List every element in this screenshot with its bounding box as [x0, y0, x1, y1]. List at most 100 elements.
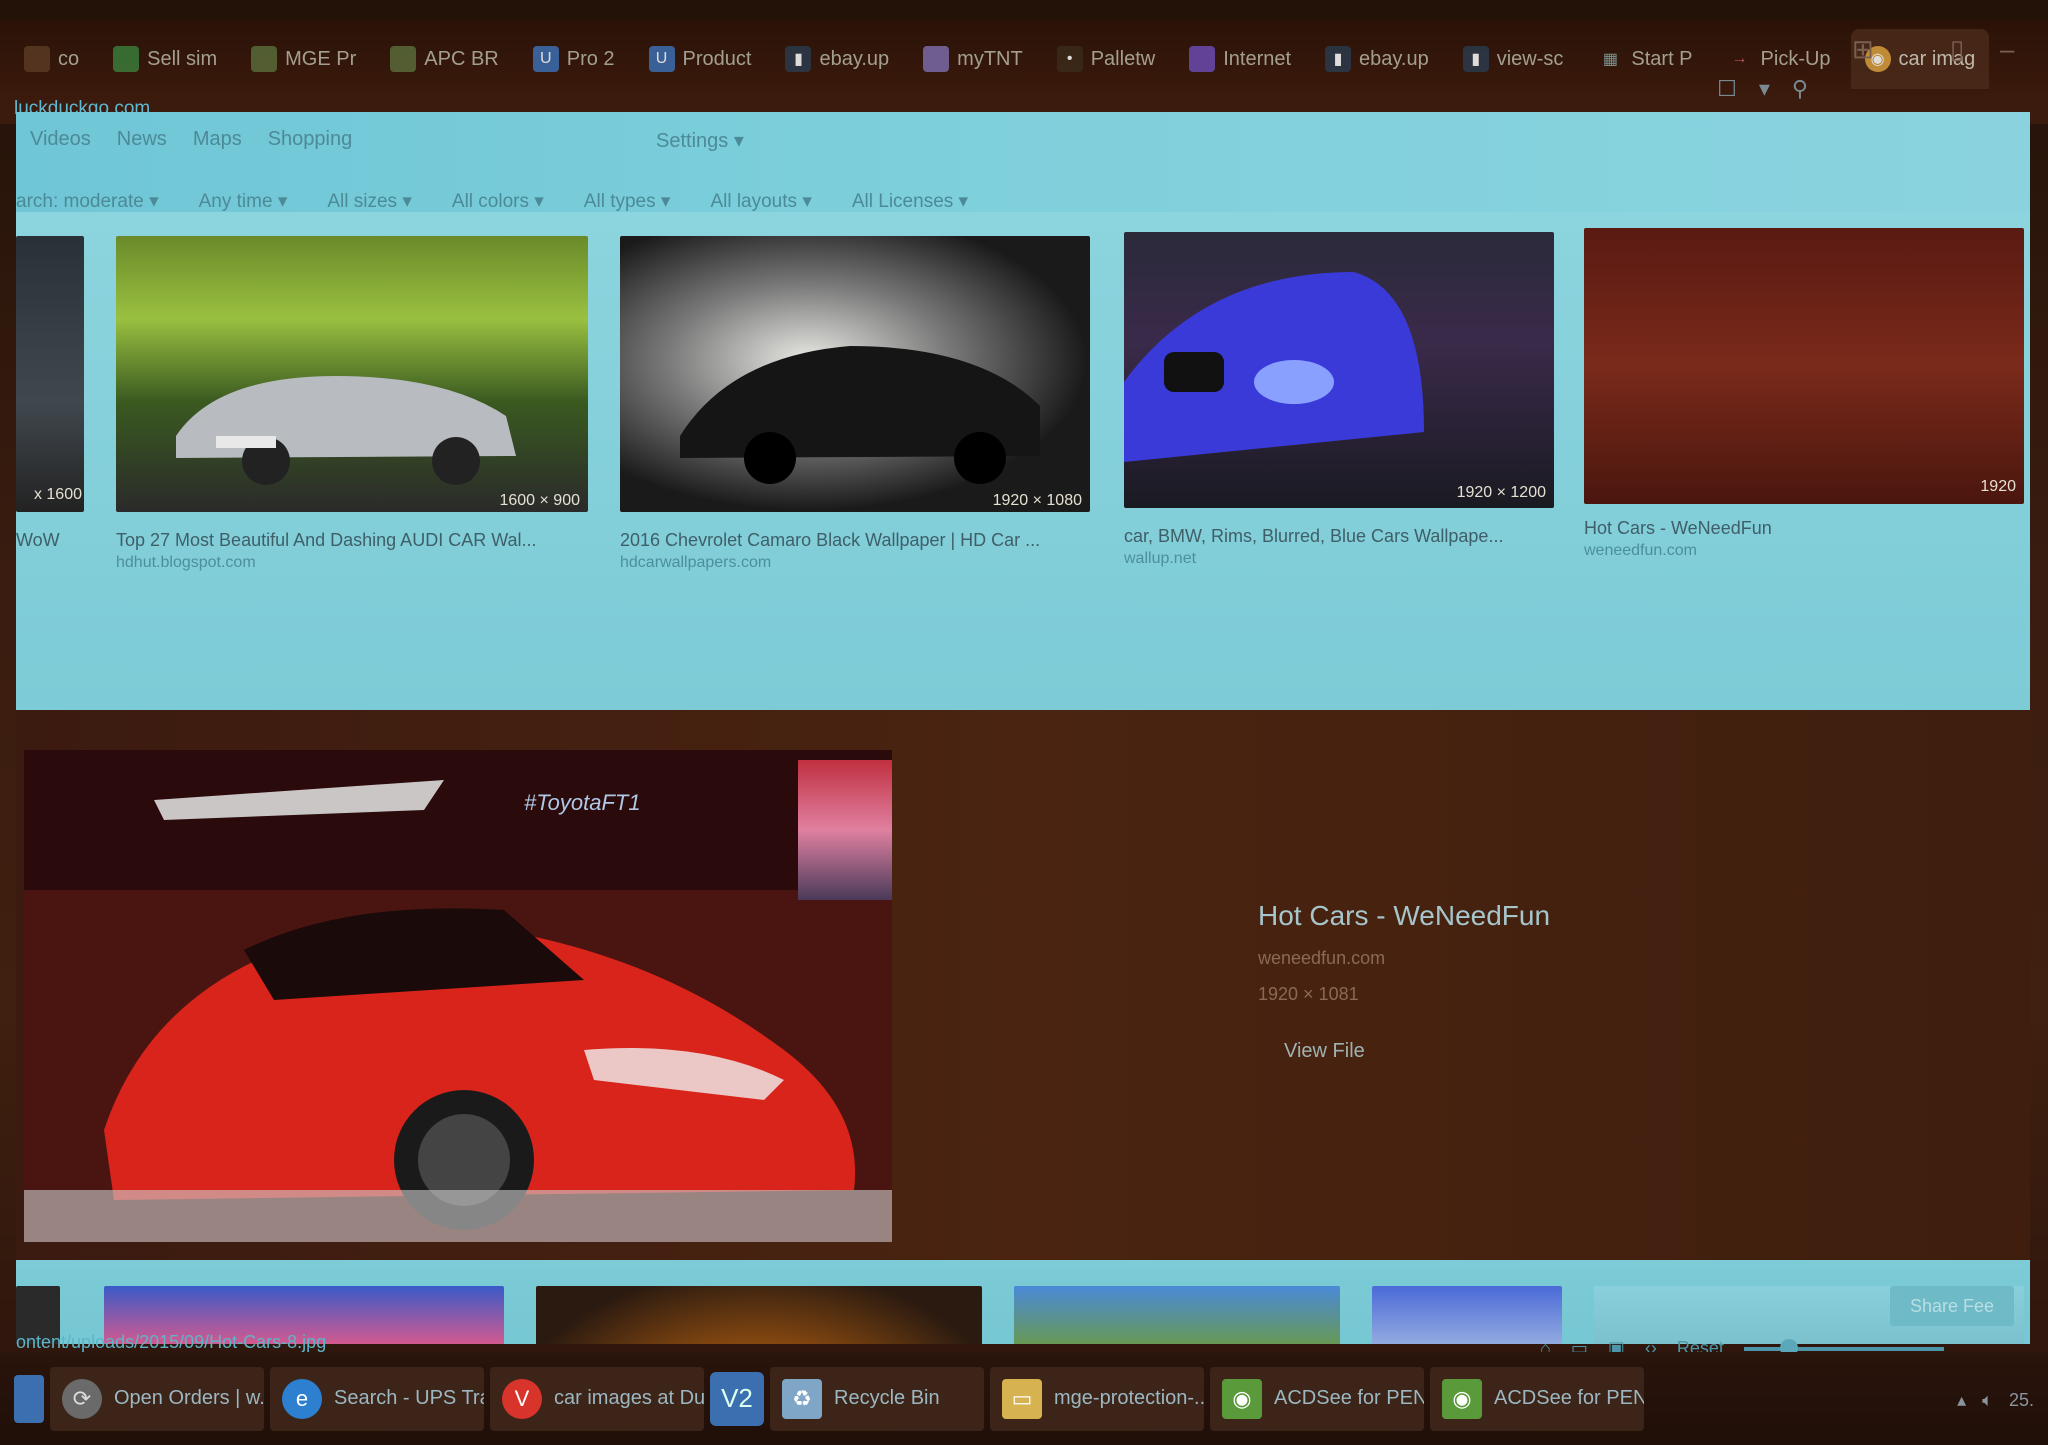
- v2-app-icon[interactable]: V2: [710, 1371, 764, 1426]
- filter-license[interactable]: All Licenses ▾: [852, 190, 968, 213]
- nav-news[interactable]: News: [117, 128, 167, 151]
- tab-4[interactable]: U Pro 2: [519, 29, 629, 89]
- nav-shopping[interactable]: Shopping: [268, 128, 353, 151]
- detail-title: Hot Cars - WeNeedFun: [1258, 900, 1551, 931]
- doc-icon: ▮: [1325, 46, 1352, 72]
- folder-icon: ▭: [1002, 1378, 1042, 1419]
- tab-label: Start P: [1631, 47, 1693, 70]
- result-tile-row2-3[interactable]: [1014, 1286, 1340, 1344]
- search-nav-band: Videos News Maps Shopping Settings ▾ arc…: [16, 112, 2030, 212]
- edge-icon: e: [282, 1378, 322, 1419]
- filter-time[interactable]: Any time ▾: [199, 190, 288, 213]
- tab-0[interactable]: co: [10, 29, 93, 89]
- result-tile-2[interactable]: 1920 × 1080 2016 Chevrolet Camaro Black …: [620, 236, 1090, 576]
- tab-5[interactable]: U Product: [635, 29, 766, 89]
- recycle-bin-icon: ♻: [782, 1378, 822, 1419]
- task-label: ACDSee for PENT...: [1274, 1387, 1424, 1409]
- search-icon[interactable]: ⚲: [1792, 76, 1808, 102]
- chevron-up-icon[interactable]: ▴: [1957, 1390, 1966, 1411]
- taskbar-item-open-orders[interactable]: ⟳ Open Orders | w...: [50, 1366, 264, 1431]
- tab-8[interactable]: • Palletw: [1043, 29, 1169, 89]
- taskbar-item-car-images[interactable]: Vcar images at Du...: [490, 1366, 704, 1431]
- task-label: ACDSee for PENT...: [1494, 1387, 1644, 1409]
- image-detail-panel: #ToyotaFT1 Hot Cars - WeNeedFun weneedfu…: [16, 710, 2030, 1260]
- result-dims: 1920 × 1200: [1456, 484, 1546, 501]
- tab-2[interactable]: MGE Pr: [237, 29, 370, 89]
- tab-icon: [1189, 46, 1216, 72]
- tab-7[interactable]: myTNT: [909, 29, 1037, 89]
- settings-menu[interactable]: Settings ▾: [656, 128, 744, 153]
- detail-hero-image[interactable]: #ToyotaFT1: [24, 750, 892, 1242]
- refresh-icon: ⟳: [62, 1378, 102, 1419]
- bookmark-icon[interactable]: ☐: [1717, 76, 1737, 102]
- chevron-down-icon[interactable]: ▾: [1759, 76, 1770, 102]
- tab-1[interactable]: Sell sim: [99, 29, 231, 89]
- result-image: [116, 236, 588, 512]
- tab-6[interactable]: ▮ ebay.up: [771, 29, 903, 89]
- result-caption: WoW: [16, 530, 60, 550]
- taskbar-item-acdsee-2[interactable]: ◉ ACDSee for PENT...: [1430, 1366, 1644, 1431]
- tab-11[interactable]: ▮ view-sc: [1449, 29, 1578, 89]
- tab-10[interactable]: ▮ ebay.up: [1311, 29, 1443, 89]
- restore-icon[interactable]: ▯: [1950, 34, 1964, 65]
- detail-dims: 1920 × 1081: [1258, 984, 1359, 1004]
- vivaldi-icon: V: [502, 1378, 542, 1419]
- acdsee-icon: ◉: [1222, 1378, 1262, 1419]
- result-caption: car, BMW, Rims, Blurred, Blue Cars Wallp…: [1124, 526, 1504, 546]
- new-tab-icon[interactable]: ⊞: [1852, 34, 1874, 65]
- task-label: Search - UPS Tra...: [334, 1387, 484, 1409]
- screen: co Sell sim MGE Pr APC BR U Pro 2 U Produc…: [0, 0, 2048, 1445]
- tab-icon: →: [1731, 50, 1748, 67]
- start-icon[interactable]: [14, 1374, 44, 1423]
- address-actions: ☐ ▾ ⚲: [1717, 76, 1808, 102]
- result-caption: Hot Cars - WeNeedFun: [1584, 518, 1772, 538]
- tab-icon: [113, 46, 140, 72]
- filter-type[interactable]: All types ▾: [584, 190, 671, 213]
- filter-safe-search[interactable]: arch: moderate ▾: [16, 190, 159, 213]
- tab-12[interactable]: ▦ Start P: [1583, 29, 1706, 89]
- filter-color[interactable]: All colors ▾: [452, 190, 544, 213]
- taskbar-item-ups[interactable]: e Search - UPS Tra...: [270, 1366, 484, 1431]
- tab-label: Pro 2: [566, 47, 615, 70]
- zoom-slider[interactable]: [1743, 1338, 1944, 1357]
- volume-icon[interactable]: 🔈︎: [1982, 1390, 1993, 1411]
- result-tile-0[interactable]: x 1600 WoW: [16, 236, 84, 556]
- tab-label: Product: [682, 47, 752, 70]
- nav-maps[interactable]: Maps: [193, 128, 242, 151]
- task-label: Open Orders | w...: [114, 1387, 264, 1409]
- result-source: weneedfun.com: [1584, 542, 1697, 559]
- taskbar-item-acdsee-1[interactable]: ◉ ACDSee for PENT...: [1210, 1366, 1424, 1431]
- tab-label: MGE Pr: [285, 47, 357, 70]
- result-caption: 2016 Chevrolet Camaro Black Wallpaper | …: [620, 530, 1041, 550]
- hero-tag: #ToyotaFT1: [524, 790, 641, 815]
- filter-label: All sizes: [327, 191, 398, 212]
- result-dims: x 1600: [33, 486, 82, 503]
- minimize-icon[interactable]: –: [2000, 34, 2014, 65]
- taskbar-item-mge-folder[interactable]: ▭ mge-protection-...: [990, 1366, 1204, 1431]
- result-image: [1584, 228, 2024, 504]
- filter-label: All colors: [451, 191, 529, 212]
- result-tile-1[interactable]: 1600 × 900 Top 27 Most Beautiful And Das…: [116, 236, 588, 576]
- tab-label: ebay.up: [1359, 47, 1429, 70]
- tab-label: co: [58, 47, 80, 70]
- result-tile-3[interactable]: 1920 × 1200 car, BMW, Rims, Blurred, Blu…: [1124, 232, 1554, 572]
- side-thumbnail[interactable]: [798, 760, 892, 900]
- tab-label: ebay.up: [819, 47, 890, 70]
- result-dims: 1920: [1980, 478, 2016, 495]
- filter-layout[interactable]: All layouts ▾: [710, 190, 811, 213]
- result-tile-4-selected[interactable]: 1920 Hot Cars - WeNeedFun weneedfun.com: [1584, 228, 2024, 568]
- filter-size[interactable]: All sizes ▾: [327, 190, 412, 213]
- clock[interactable]: 25.: [2009, 1390, 2034, 1411]
- u-icon: U: [532, 46, 559, 72]
- taskbar-item-recycle-bin[interactable]: ♻ Recycle Bin: [770, 1366, 984, 1431]
- result-tile-row2-2[interactable]: [536, 1286, 982, 1344]
- detail-source[interactable]: weneedfun.com: [1258, 948, 1385, 969]
- view-file-button[interactable]: View File: [1284, 1040, 1365, 1063]
- camaro-car-image: [680, 346, 1040, 484]
- nav-videos[interactable]: Videos: [30, 128, 91, 151]
- filter-label: All layouts: [710, 191, 798, 212]
- tab-9[interactable]: Internet: [1175, 29, 1305, 89]
- tab-3[interactable]: APC BR: [376, 29, 512, 89]
- result-tile-row2-4[interactable]: [1372, 1286, 1562, 1344]
- share-feedback-button[interactable]: Share Fee: [1890, 1286, 2014, 1326]
